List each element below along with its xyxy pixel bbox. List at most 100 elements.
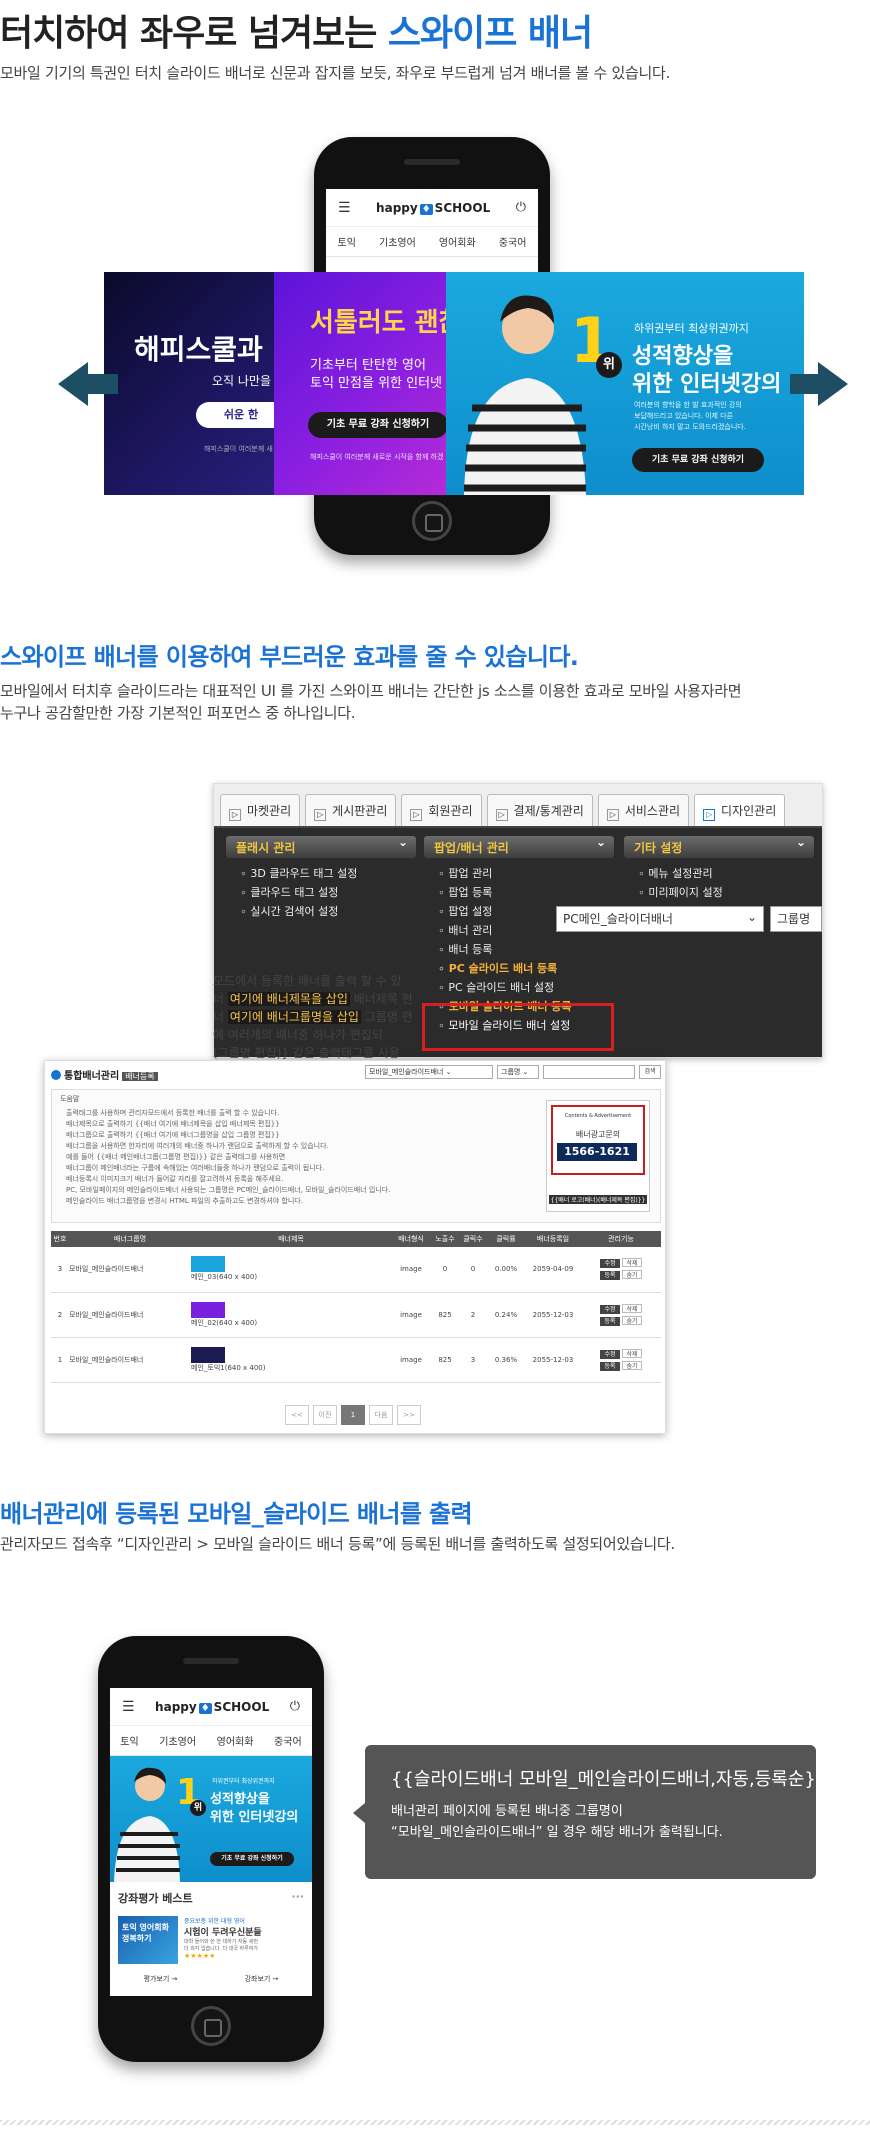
register-button[interactable]: 등록 — [600, 1361, 620, 1371]
banner-blue[interactable]: 1 위 하위권부터 최상위권까지 성적향상을 위한 인터넷강의 여러분의 향학을… — [446, 272, 804, 495]
phone2-slide-banner[interactable]: 1 위 하위권부터 최상위권까지 성적향상을 위한 인터넷강의 기초 무료 강좌… — [110, 1756, 312, 1882]
highlight-box — [422, 1003, 614, 1051]
group-name-select[interactable]: 그룹명 ⌄ — [497, 1065, 539, 1079]
nav-item[interactable]: 영어회화 — [439, 234, 476, 249]
hide-button[interactable]: 숨기 — [622, 1270, 642, 1280]
menu-item[interactable]: 메뉴 설정관리 — [624, 864, 814, 883]
prev-arrow-icon[interactable] — [58, 362, 88, 406]
tab-payment[interactable]: ▷ 결제/통계관리 — [486, 794, 593, 826]
banner-dark-button[interactable]: 쉬운 한 — [196, 402, 274, 428]
power-icon[interactable]: ⏻ — [516, 200, 526, 215]
logo-text-left: happy — [376, 200, 418, 215]
ghost-text: 너 — [213, 1010, 228, 1024]
banner-dark[interactable]: 해피스쿨과 오직 나만을 쉬운 한 해피스쿨이 여러분께 새 — [104, 272, 274, 495]
nav-item[interactable]: 중국어 — [274, 1733, 302, 1748]
col-header: 배너제목 — [191, 1231, 391, 1247]
ghost-highlight: 여기에 배너제목을 삽입 — [227, 992, 350, 1006]
nav-item[interactable]: 기초영어 — [159, 1733, 196, 1748]
hide-button[interactable]: 숨기 — [622, 1315, 642, 1325]
menu-item[interactable]: PC 슬라이드 배너 등록 — [424, 959, 614, 978]
register-button[interactable]: 등록 — [600, 1271, 620, 1281]
page-last[interactable]: >> — [397, 1405, 421, 1425]
nav-item[interactable]: 중국어 — [499, 234, 527, 249]
select-value: 그룹명 — [501, 1068, 521, 1076]
mobile-header: ☰ happy ♦ SCHOOL ⏻ — [326, 189, 538, 227]
menu-item[interactable]: 팝업 등록 — [424, 883, 614, 902]
home-button[interactable] — [412, 501, 452, 541]
delete-button[interactable]: 삭제 — [622, 1303, 642, 1313]
section1-title: 터치하여 좌우로 넘겨보는 스와이프 배너 — [0, 4, 593, 56]
review-link[interactable]: 평가보기 → — [144, 1974, 178, 1984]
course-link[interactable]: 강좌보기 → — [245, 1974, 279, 1984]
home-button[interactable] — [191, 2006, 231, 2046]
page-next[interactable]: 다음 — [369, 1405, 393, 1425]
tab-icon: ▷ — [606, 809, 619, 821]
cell-no: 1 — [51, 1337, 69, 1383]
banner-purple[interactable]: 서툴러도 괜찮 기초부터 탄탄한 영어 토익 만점을 위한 인터넷 기초 무료 … — [274, 272, 446, 495]
review-item[interactable]: 토익 영어회화 정복하기 중요보충 위한 대형 영어 시험이 두려우신분들 대학… — [110, 1906, 312, 1964]
best-header: 강좌평가 베스트 ··· — [110, 1882, 312, 1906]
tab-board[interactable]: ▷ 게시판관리 — [305, 794, 397, 826]
cell-clicks: 2 — [459, 1292, 487, 1338]
page-current[interactable]: 1 — [341, 1405, 365, 1425]
search-input[interactable] — [543, 1065, 635, 1079]
phone2-banner-button[interactable]: 기초 무료 강좌 신청하기 — [210, 1852, 294, 1866]
mobile-logo[interactable]: happy ♦ SCHOOL — [155, 1700, 269, 1714]
student-illustration — [464, 295, 586, 495]
nav-item[interactable]: 영어회화 — [217, 1733, 254, 1748]
menu-item[interactable]: 클라우드 태그 설정 — [226, 883, 416, 902]
delete-button[interactable]: 삭제 — [622, 1348, 642, 1358]
banner-purple-button[interactable]: 기초 무료 강좌 신청하기 — [308, 412, 446, 438]
tab-member[interactable]: ▷ 회원관리 — [401, 794, 482, 826]
page-first[interactable]: << — [285, 1405, 309, 1425]
col-header: 노출수 — [431, 1231, 459, 1247]
menu-icon[interactable]: ☰ — [338, 200, 351, 216]
banner-dark-sub: 오직 나만을 — [212, 374, 272, 388]
mega-head[interactable]: 팝업/배너 관리 — [424, 835, 614, 858]
banner-thumbnail[interactable] — [191, 1301, 225, 1318]
select-value: PC메인_슬라이더배너 — [563, 912, 673, 926]
edit-button[interactable]: 수정 — [600, 1259, 620, 1269]
delete-button[interactable]: 삭제 — [622, 1258, 642, 1268]
group-filter-select[interactable]: 모바일_메인슬라이드배너 ⌄ — [365, 1065, 493, 1079]
edit-button[interactable]: 수정 — [600, 1349, 620, 1359]
menu-item[interactable]: 팝업 관리 — [424, 864, 614, 883]
tab-service[interactable]: ▷ 서비스관리 — [597, 794, 690, 826]
col-header: 관리기능 — [581, 1231, 661, 1247]
menu-item[interactable]: 3D 클라우드 태그 설정 — [226, 864, 416, 883]
logo-text-right: SCHOOL — [434, 200, 491, 215]
menu-item[interactable]: 실시간 검색어 설정 — [226, 902, 416, 921]
menu-icon[interactable]: ☰ — [122, 1699, 135, 1715]
banner-name: 메인_03(640 x 400) — [191, 1273, 258, 1282]
mega-head[interactable]: 기타 설정 — [624, 835, 814, 858]
menu-item[interactable]: 미리페이지 설정 — [624, 883, 814, 902]
tab-market[interactable]: ▷ 마켓관리 — [220, 794, 301, 826]
banner-thumbnail[interactable] — [191, 1256, 225, 1273]
next-arrow-icon[interactable] — [818, 362, 848, 406]
power-icon[interactable]: ⏻ — [290, 1699, 300, 1714]
hide-button[interactable]: 숨기 — [622, 1360, 642, 1370]
banner-thumbnail[interactable] — [191, 1346, 225, 1363]
nav-item[interactable]: 기초영어 — [379, 234, 416, 249]
help-box: 도움말 출력태그를 사용하며 관리자모드에서 등록한 배너를 출력 할 수 있습… — [51, 1089, 661, 1223]
student-illustration — [114, 1767, 180, 1882]
edit-button[interactable]: 수정 — [600, 1304, 620, 1314]
mega-head[interactable]: 플래시 관리 — [226, 835, 416, 858]
more-icon[interactable]: ··· — [291, 1890, 304, 1906]
banner-blue-button[interactable]: 기초 무료 강좌 신청하기 — [632, 448, 764, 472]
ghost-text: 배너제목 편 — [349, 992, 413, 1006]
banner-group-select[interactable]: PC메인_슬라이더배너 ⌄ — [556, 906, 764, 932]
nav-item[interactable]: 토익 — [120, 1733, 138, 1748]
tab-design[interactable]: ▷ 디자인관리 — [694, 794, 786, 826]
group-name-button[interactable]: 그룹명 — [770, 906, 822, 932]
menu-item[interactable]: PC 슬라이드 배너 설정 — [424, 978, 614, 997]
register-button[interactable]: 등록 — [600, 1316, 620, 1326]
page-prev[interactable]: 이전 — [313, 1405, 337, 1425]
mobile-logo[interactable]: happy ♦ SCHOOL — [376, 201, 490, 215]
cell-views: 825 — [431, 1292, 459, 1338]
menu-item[interactable]: 배너 등록 — [424, 940, 614, 959]
bubble-desc-line: 배너관리 페이지에 등록된 배너중 그룹명이 — [391, 1804, 623, 1819]
section2-desc1: 모바일에서 터치후 슬라이드라는 대표적인 UI 를 가진 스와이프 배너는 간… — [0, 682, 742, 700]
nav-item[interactable]: 토익 — [338, 234, 356, 249]
search-button[interactable]: 검색 — [639, 1065, 661, 1079]
